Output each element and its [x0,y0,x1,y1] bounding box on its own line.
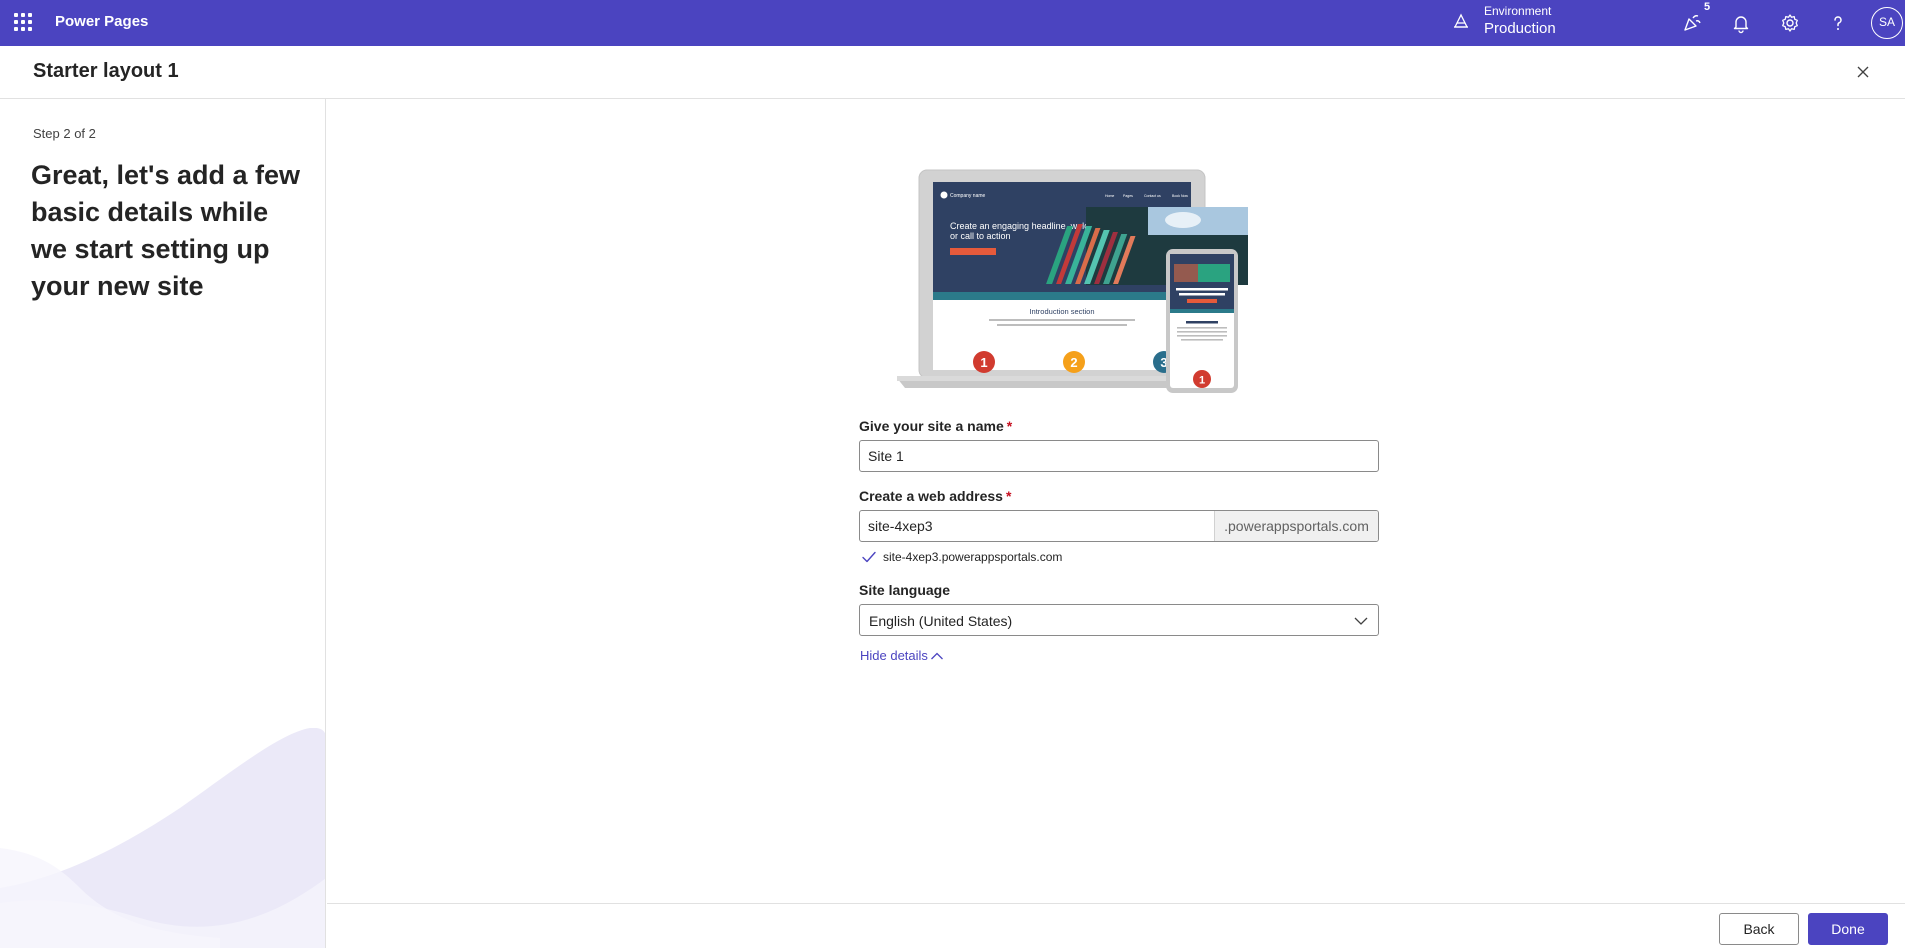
svg-text:1: 1 [980,355,987,370]
chevron-down-icon [1354,615,1368,627]
environment-icon [1452,12,1470,30]
svg-text:1: 1 [1199,375,1205,387]
site-name-label: Give your site a name* [859,418,1012,434]
decorative-wave [0,728,326,948]
help-icon[interactable] [1826,11,1850,35]
done-button[interactable]: Done [1808,913,1888,945]
panel-footer: Back Done [327,903,1905,948]
back-button[interactable]: Back [1719,913,1799,945]
environment-value: Production [1484,20,1556,37]
validation-text: site-4xep3.powerappsportals.com [883,550,1062,564]
panel-header: Starter layout 1 [0,46,1905,99]
required-marker: * [1006,488,1011,504]
svg-text:2: 2 [1070,355,1077,370]
preview-number-1: 1 [973,351,995,373]
page-title: Starter layout 1 [33,60,179,83]
site-language-value: English (United States) [869,613,1012,629]
step-heading: Great, let's add a few basic details whi… [31,157,301,305]
close-icon[interactable] [1853,62,1873,82]
hide-details-link[interactable]: Hide details [860,648,928,663]
celebrate-icon[interactable] [1680,11,1704,35]
site-language-select[interactable]: English (United States) [859,604,1379,636]
step-rail: Step 2 of 2 Great, let's add a few basic… [0,99,326,948]
chevron-up-icon [930,651,944,661]
required-marker: * [1007,418,1012,434]
preview-number-2: 2 [1063,351,1085,373]
environment-label: Environment [1484,4,1551,18]
web-address-input[interactable] [860,511,1215,541]
site-preview-illustration: Company name Home Pages Contact us Book … [893,166,1293,406]
preview-nav-item: Book Now [1172,194,1188,198]
environment-picker[interactable]: Environment Production [1452,3,1572,43]
preview-phone-number: 1 [1193,370,1211,388]
web-address-label: Create a web address* [859,488,1011,504]
preview-company-name: Company name [950,193,986,199]
preview-nav-item: Pages [1123,194,1133,198]
preview-nav-item: Contact us [1144,194,1161,198]
avatar[interactable]: SA [1871,7,1903,39]
site-language-label: Site language [859,582,950,598]
app-header: Power Pages Environment Production 5 SA [0,0,1905,46]
app-launcher-icon[interactable] [14,13,32,31]
bell-icon[interactable] [1729,11,1753,35]
gear-icon[interactable] [1778,11,1802,35]
web-address-field: .powerappsportals.com [859,510,1379,542]
preview-nav-item: Home [1105,194,1114,198]
preview-intro-title: Introduction section [1029,307,1094,316]
web-address-suffix: .powerappsportals.com [1214,511,1378,541]
app-name[interactable]: Power Pages [55,13,148,30]
checkmark-icon [861,549,877,565]
site-name-input[interactable] [859,440,1379,472]
notification-count: 5 [1704,1,1710,13]
step-indicator: Step 2 of 2 [33,126,96,141]
